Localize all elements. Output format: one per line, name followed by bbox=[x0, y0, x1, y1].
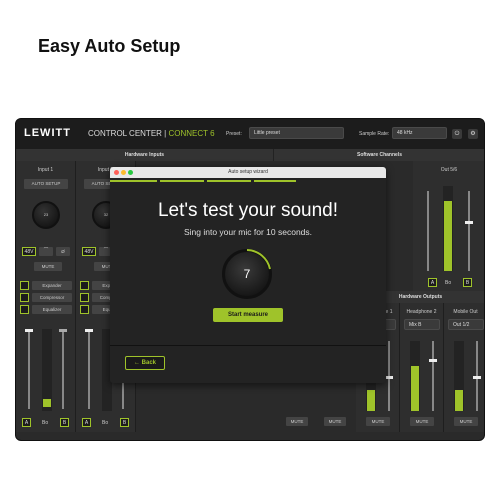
strip-name: Mobile Out bbox=[453, 309, 478, 315]
solo-label: Bo bbox=[445, 280, 452, 286]
bus-a-button[interactable]: A bbox=[428, 278, 437, 287]
fx-toggle[interactable] bbox=[20, 293, 29, 302]
fx-equalizer-button[interactable]: Equalizer bbox=[32, 305, 72, 314]
section-software-channels: Software Channels bbox=[274, 149, 484, 161]
level-meter bbox=[454, 341, 464, 411]
sample-rate-select[interactable]: 48 kHz bbox=[392, 127, 447, 139]
start-measure-button[interactable]: Start measure bbox=[213, 308, 283, 322]
strip-name: Input 1 bbox=[37, 167, 54, 173]
phantom-48v-button[interactable]: 48V bbox=[82, 247, 96, 256]
level-meter bbox=[42, 329, 52, 411]
fx-toggle[interactable] bbox=[20, 281, 29, 290]
solo-label: Bo bbox=[102, 420, 109, 426]
dialog-title: Auto setup wizard bbox=[228, 169, 268, 175]
output-strip: Headphone 2 Mix B MUTE bbox=[400, 303, 444, 432]
zoom-icon[interactable] bbox=[128, 170, 133, 175]
mute-button[interactable]: MUTE bbox=[286, 417, 308, 426]
auto-setup-button[interactable]: AUTO SETUP bbox=[24, 179, 68, 189]
divider bbox=[110, 345, 386, 346]
mute-button[interactable]: MUTE bbox=[34, 262, 62, 271]
gain-knob[interactable]: 23 bbox=[32, 201, 60, 229]
bus-b-button[interactable]: B bbox=[60, 418, 69, 427]
gear-icon[interactable]: ⚙ bbox=[468, 129, 478, 139]
level-meter bbox=[410, 341, 420, 411]
mute-button[interactable]: MUTE bbox=[324, 417, 346, 426]
dialog-subtitle: Sing into your mic for 10 seconds. bbox=[183, 227, 313, 237]
fx-expander-button[interactable]: Expander bbox=[32, 281, 72, 290]
app-title: CONTROL CENTER | CONNECT 6 bbox=[88, 129, 215, 138]
dialog-heading: Let's test your sound! bbox=[157, 200, 338, 221]
level-meter bbox=[443, 186, 453, 271]
fx-toggle[interactable] bbox=[80, 281, 89, 290]
section-hardware-inputs: Hardware Inputs bbox=[16, 149, 274, 161]
input-strip: Input 1 AUTO SETUP 23 48V ⌒ Ø MUTE Expan… bbox=[16, 161, 76, 432]
output-fader[interactable] bbox=[429, 341, 437, 411]
bus-b-button[interactable]: B bbox=[120, 418, 129, 427]
fx-toggle[interactable] bbox=[80, 293, 89, 302]
phantom-48v-button[interactable]: 48V bbox=[22, 247, 36, 256]
phase-button[interactable]: Ø bbox=[56, 247, 70, 256]
back-button[interactable]: ← Back bbox=[125, 356, 165, 370]
strip-name: Headphone 2 bbox=[406, 309, 437, 315]
pan-fader[interactable] bbox=[59, 329, 67, 409]
mute-button[interactable]: MUTE bbox=[454, 417, 478, 426]
fx-toggle[interactable] bbox=[80, 305, 89, 314]
strip-out-5-6: Out 5/6 A Bo B bbox=[413, 161, 484, 291]
bus-a-button[interactable]: A bbox=[82, 418, 91, 427]
device-name: CONNECT 6 bbox=[168, 129, 215, 138]
minimize-icon[interactable] bbox=[121, 170, 126, 175]
output-source-select[interactable]: Mix B bbox=[404, 319, 440, 330]
power-icon[interactable]: ⏻ bbox=[452, 129, 462, 139]
app-title-text: CONTROL CENTER | bbox=[88, 129, 169, 138]
solo-label: Bo bbox=[42, 420, 49, 426]
close-icon[interactable] bbox=[114, 170, 119, 175]
lewitt-logo: LEWITT bbox=[24, 127, 71, 139]
mute-button[interactable]: MUTE bbox=[410, 417, 434, 426]
app-header: LEWITT CONTROL CENTER | CONNECT 6 Preset… bbox=[16, 119, 484, 149]
fx-toggle[interactable] bbox=[20, 305, 29, 314]
input-fader[interactable] bbox=[25, 329, 33, 409]
fx-compressor-button[interactable]: Compressor bbox=[32, 293, 72, 302]
auto-setup-dialog: Auto setup wizard Let's test your sound!… bbox=[110, 167, 386, 383]
bus-a-button[interactable]: A bbox=[22, 418, 31, 427]
page-title: Easy Auto Setup bbox=[38, 36, 181, 56]
output-fader[interactable] bbox=[473, 341, 481, 411]
preset-select[interactable]: Little preset bbox=[249, 127, 344, 139]
mute-button[interactable]: MUTE bbox=[366, 417, 390, 426]
progress-segment bbox=[110, 180, 157, 182]
output-source-select[interactable]: Out 1/2 bbox=[448, 319, 484, 330]
fader[interactable] bbox=[427, 191, 429, 271]
fader[interactable] bbox=[465, 191, 473, 271]
output-fader[interactable] bbox=[385, 341, 393, 411]
sample-rate-label: Sample Rate: bbox=[359, 131, 390, 137]
bus-b-button[interactable]: B bbox=[463, 278, 472, 287]
strip-name: Out 5/6 bbox=[440, 167, 458, 173]
input-fader[interactable] bbox=[85, 329, 93, 409]
dialog-titlebar: Auto setup wizard bbox=[110, 167, 386, 178]
output-strip: Mobile Out Out 1/2 MUTE bbox=[444, 303, 484, 432]
preset-label: Preset: bbox=[226, 131, 242, 137]
progress-segment bbox=[160, 180, 204, 182]
progress-segment bbox=[207, 180, 251, 182]
progress-segment bbox=[254, 180, 296, 182]
low-cut-icon[interactable]: ⌒ bbox=[39, 247, 53, 256]
countdown-progress-arc bbox=[246, 249, 271, 270]
